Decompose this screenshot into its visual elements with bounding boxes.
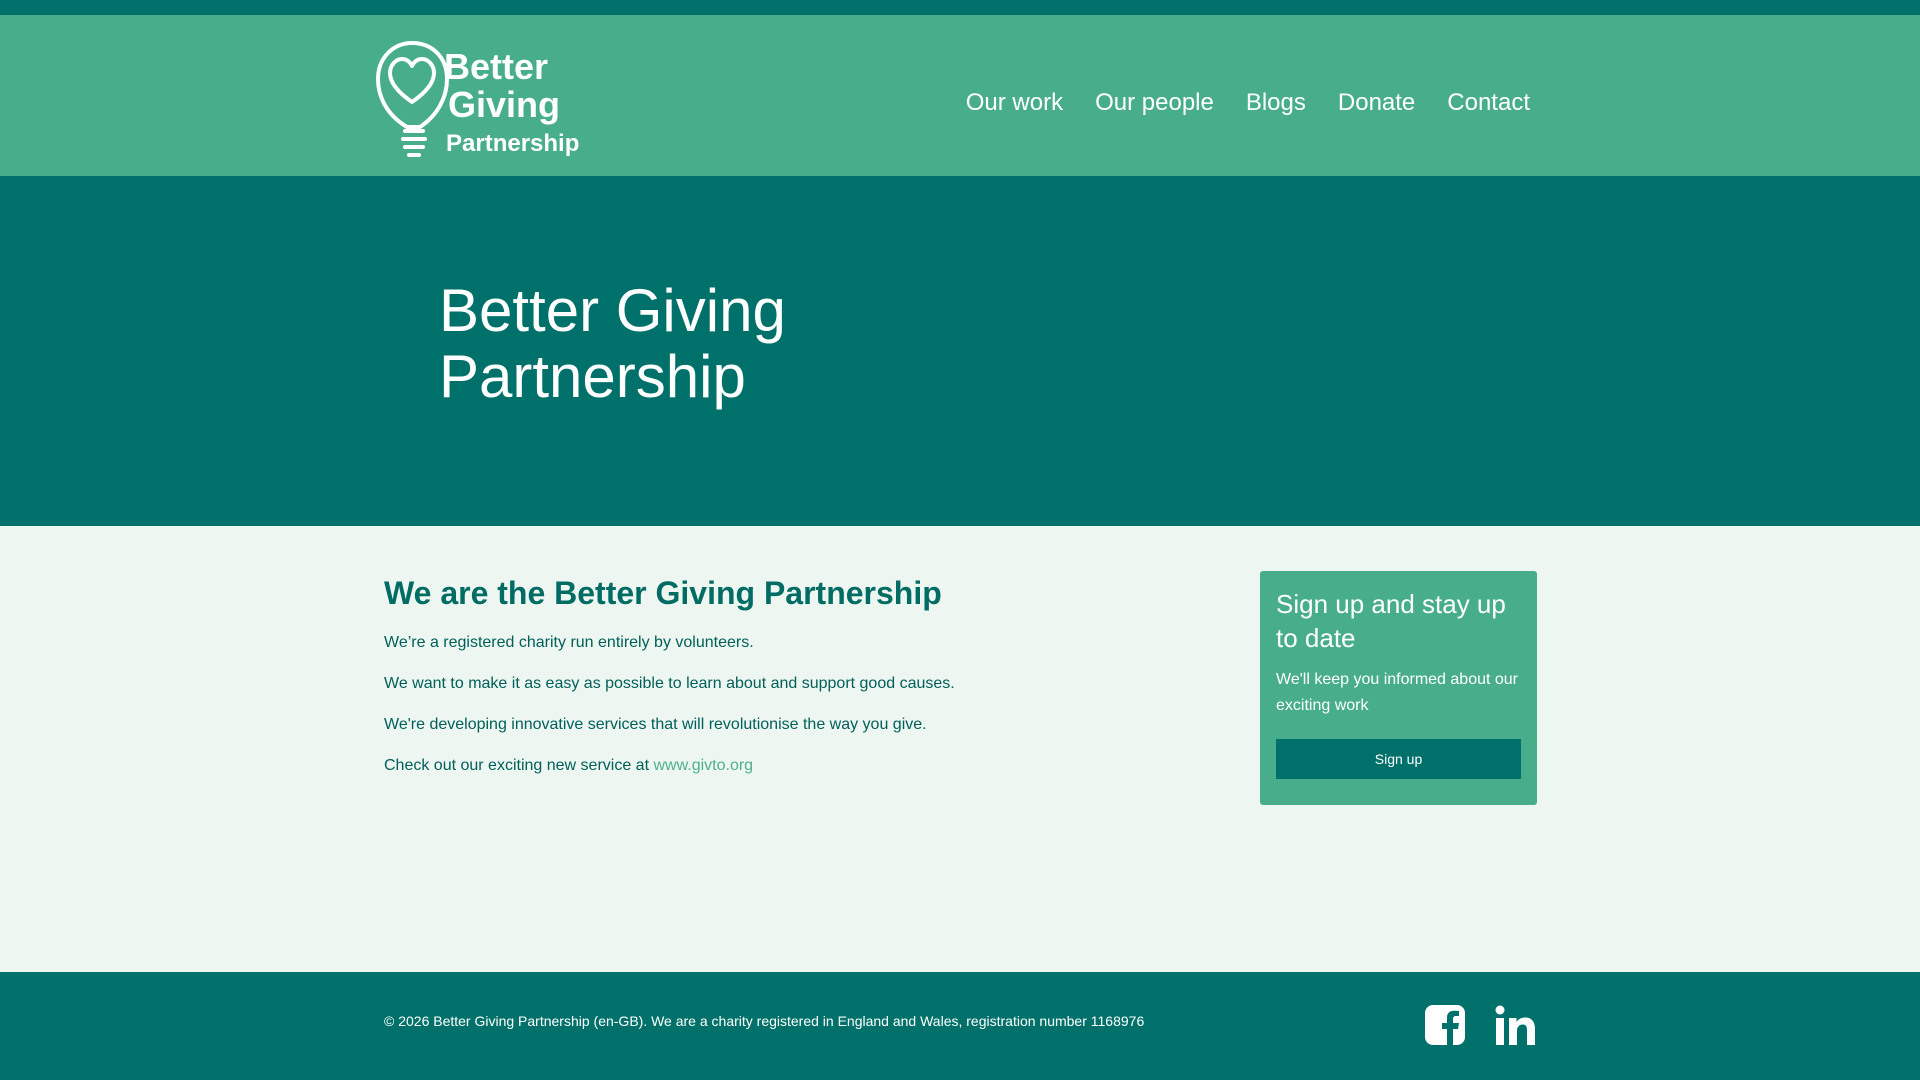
hero-banner: Better Giving Partnership [0,176,1920,526]
nav-donate[interactable]: Donate [1338,91,1415,115]
intro-cta-prefix: Check out our exciting new service at [384,757,654,774]
nav-contact[interactable]: Contact [1447,91,1530,115]
intro-heading: We are the Better Giving Partnership [384,575,942,611]
intro-paragraph-2: We want to make it as easy as possible t… [384,675,955,692]
social-links [1424,1004,1536,1046]
intro-cta: Check out our exciting new service at ww… [384,755,1184,776]
intro-paragraph-3: We're developing innovative services tha… [384,716,927,733]
site-footer: © 2026 Better Giving Partnership (en-GB)… [0,972,1920,1080]
linkedin-icon[interactable] [1494,1004,1536,1046]
logo-text-better: Better [444,46,548,87]
nav-blogs[interactable]: Blogs [1246,91,1306,115]
top-strip [0,0,1920,15]
footer-copyright: © 2026 Better Giving Partnership (en-GB)… [384,1013,1145,1029]
logo-text-partnership: Partnership [446,130,579,157]
main-content: We are the Better Giving Partnership We’… [0,526,1920,972]
facebook-icon[interactable] [1424,1004,1466,1046]
signup-text: We'll keep you informed about our exciti… [1276,671,1519,714]
nav-our-work[interactable]: Our work [966,91,1063,115]
better-giving-partnership-logo[interactable]: Better Giving Partnership [374,39,584,167]
hero-title: Better Giving Partnership [439,277,786,410]
intro-section: We are the Better Giving Partnership We’… [384,574,1184,796]
signup-title: Sign up and stay up to date [1276,589,1506,653]
sign-up-button[interactable]: Sign up [1276,739,1521,779]
site-header: Better Giving Partnership Our work Our p… [0,15,1920,176]
signup-card: Sign up and stay up to date We'll keep y… [1260,571,1537,805]
nav-our-people[interactable]: Our people [1095,91,1214,115]
logo-text-giving: Giving [448,84,560,125]
intro-paragraph-1: We’re a registered charity run entirely … [384,634,754,651]
givto-link[interactable]: www.givto.org [653,757,753,774]
main-nav: Our work Our people Blogs Donate Contact [934,91,1530,115]
